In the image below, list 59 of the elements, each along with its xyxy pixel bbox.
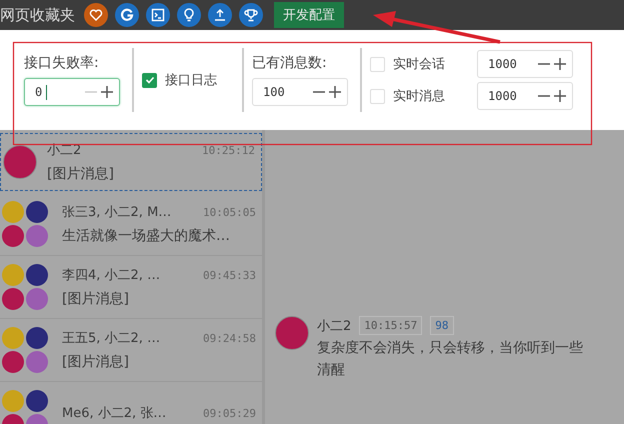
sender-name: 小二2 [317, 318, 352, 334]
message-count-field[interactable]: 100 [252, 78, 348, 106]
message-text: 复杂度不会消失，只会转移，当你听到一些 [317, 339, 583, 357]
heart-button[interactable] [84, 3, 108, 27]
api-log-checkbox[interactable] [142, 72, 157, 88]
realtime-label: 实时会话 [393, 56, 446, 73]
plus-icon[interactable] [329, 86, 341, 98]
lightbulb-button[interactable] [177, 3, 201, 27]
conversation-name: 李四4, 小二2, … [62, 267, 160, 284]
interval-field[interactable]: 1000 [477, 50, 573, 78]
letter-g-button[interactable] [115, 3, 139, 27]
conversation-time: 09:05:29 [203, 406, 256, 420]
avatar [275, 316, 309, 350]
message-preview: [图片消息] [62, 290, 130, 308]
favorites-title: 网页收藏夹 [0, 6, 75, 24]
message-count-label: 已有消息数: [252, 54, 328, 72]
conversation-name: 张三3, 小二2, M… [62, 204, 172, 221]
realtime-checkbox[interactable] [370, 88, 385, 104]
message-preview: [图片消息] [62, 353, 130, 371]
upload-icon [213, 8, 227, 22]
interval-field[interactable]: 1000 [477, 82, 573, 110]
dev-config-button[interactable]: 开发配置 [274, 2, 344, 28]
failure-rate-label: 接口失败率: [24, 54, 100, 72]
trophy-button[interactable] [239, 3, 263, 27]
avatar [3, 145, 37, 179]
letter-g-icon [120, 8, 134, 22]
message-text: 清醒 [317, 361, 346, 379]
field-value: 0 [35, 85, 42, 99]
conversation-item[interactable]: Me6, 小二2, 张… 09:05:29 [0, 382, 262, 424]
conversation-time: 09:24:58 [203, 332, 256, 344]
api-log-label: 接口日志 [165, 72, 217, 89]
heart-icon [89, 8, 103, 22]
lightbulb-icon [182, 8, 196, 22]
field-value: 1000 [488, 57, 517, 71]
plus-icon[interactable] [101, 86, 113, 98]
conversation-item[interactable]: 李四4, 小二2, … 09:45:33 [图片消息] [0, 256, 262, 319]
conversation-name: Me6, 小二2, 张… [62, 405, 166, 422]
trophy-icon [244, 8, 258, 22]
message-count-badge: 98 [430, 316, 454, 335]
conversation-time: 09:45:33 [203, 268, 256, 282]
plus-icon[interactable] [554, 58, 566, 70]
message-time: 10:15:57 [359, 316, 422, 335]
field-value: 1000 [488, 89, 517, 103]
conversation-name: 王五5, 小二2, … [62, 330, 160, 347]
conversation-time: 10:05:05 [203, 206, 256, 218]
message-preview: [图片消息] [47, 165, 115, 183]
conversation-time: 10:25:12 [202, 144, 255, 156]
field-value: 100 [263, 85, 285, 99]
checkmark-icon [144, 75, 154, 85]
plus-icon[interactable] [554, 90, 566, 102]
terminal-icon [151, 8, 165, 22]
conversation-item[interactable]: 王五5, 小二2, … 09:24:58 [图片消息] [0, 319, 262, 382]
realtime-label: 实时消息 [393, 88, 446, 105]
message-preview: 生活就像一场盛大的魔术… [62, 227, 231, 245]
terminal-button[interactable] [146, 3, 170, 27]
failure-rate-field[interactable]: 0 [24, 78, 120, 106]
conversation-item[interactable]: 张三3, 小二2, M… 10:05:05 生活就像一场盛大的魔术… [0, 193, 262, 256]
upload-button[interactable] [208, 3, 232, 27]
realtime-checkbox[interactable] [370, 56, 385, 72]
